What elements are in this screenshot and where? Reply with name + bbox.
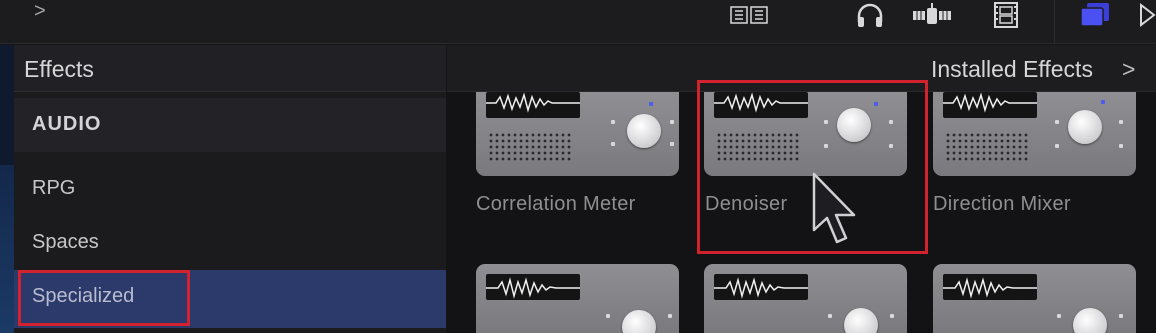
sidebar-title: Effects	[24, 56, 94, 82]
knob-icon	[622, 310, 656, 333]
timeline-edge	[0, 45, 14, 333]
knob-icon	[627, 114, 661, 148]
knob-icon	[1068, 110, 1102, 144]
waveform-display	[714, 274, 808, 300]
chevron-right-icon[interactable]: >	[34, 1, 54, 22]
knob-icon	[1073, 308, 1107, 333]
waveform-display	[943, 92, 1037, 118]
effect-label-direction-mixer: Direction Mixer	[933, 193, 1071, 215]
waveform-display	[486, 274, 580, 300]
satellite-icon[interactable]	[912, 2, 952, 28]
headphones-icon[interactable]	[854, 2, 886, 28]
effect-thumbnail-correlation-meter[interactable]	[476, 92, 679, 176]
pane-title: Installed Effects	[931, 56, 1093, 82]
chevron-right-icon[interactable]: >	[1122, 56, 1135, 83]
sidebar-item-label: Spaces	[32, 231, 99, 253]
browser-stack-icon[interactable]	[1078, 2, 1112, 28]
effect-thumbnail-direction-mixer[interactable]	[933, 92, 1136, 176]
effect-thumbnail[interactable]	[933, 264, 1136, 333]
toolbar-divider	[1054, 0, 1055, 43]
toolbar: >	[0, 0, 1156, 44]
sidebar-item-audio[interactable]: AUDIO	[14, 98, 446, 152]
waveform-display	[486, 92, 580, 118]
mouse-pointer-icon	[810, 172, 862, 244]
highlight-outline-specialized	[18, 270, 190, 326]
sidebar-item-label: RPG	[32, 177, 76, 199]
audio-meter-icon[interactable]	[730, 2, 768, 28]
knob-icon	[844, 308, 878, 333]
sidebar-item-rpg[interactable]: RPG	[14, 160, 446, 214]
effect-thumbnail[interactable]	[704, 264, 907, 333]
effect-label-correlation-meter: Correlation Meter	[476, 193, 636, 215]
film-icon[interactable]	[992, 2, 1020, 28]
sidebar-item-spaces[interactable]: Spaces	[14, 215, 446, 269]
sidebar-item-label: AUDIO	[32, 113, 102, 135]
play-icon[interactable]	[1138, 2, 1156, 28]
waveform-display	[943, 274, 1037, 300]
effect-thumbnail[interactable]	[476, 264, 679, 333]
